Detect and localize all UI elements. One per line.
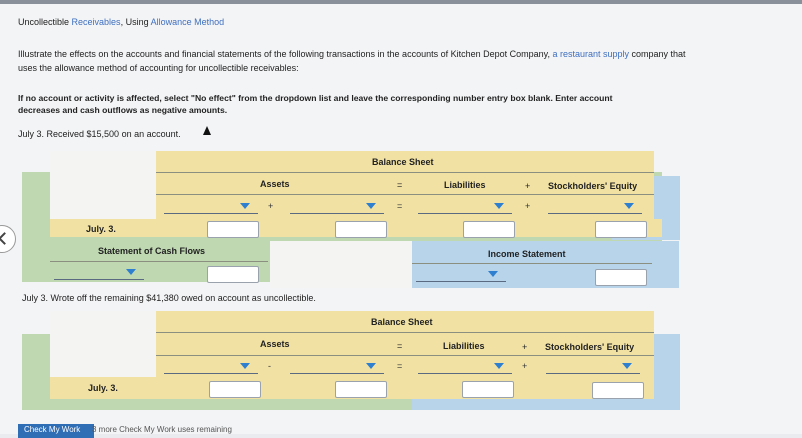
liability-dropdown-2[interactable] <box>418 359 512 374</box>
equity-heading-2: Stockholders' Equity <box>545 342 635 352</box>
intro-line-2: uses the allowance method of accounting … <box>18 63 299 73</box>
chevron-down-icon <box>240 363 250 369</box>
income-dropdown[interactable] <box>416 267 506 282</box>
asset-amount-input-4[interactable] <box>335 381 387 398</box>
equity-heading-1: Stockholders' Equity <box>548 181 638 191</box>
chevron-down-icon <box>126 269 136 275</box>
liability-amount-input-1[interactable] <box>463 221 515 238</box>
transaction-1-text: July 3. Received $15,500 on an account. <box>18 129 181 139</box>
receivables-link[interactable]: Receivables <box>72 17 121 27</box>
plus-sign: + <box>522 342 528 352</box>
mouse-cursor <box>203 126 211 135</box>
instructions-line-1: If no account or activity is affected, s… <box>18 93 613 103</box>
asset-dropdown-1[interactable] <box>164 199 258 214</box>
plus-sign: + <box>525 201 531 211</box>
check-my-work-button[interactable]: Check My Work <box>18 424 94 438</box>
asset-dropdown-4[interactable] <box>290 359 384 374</box>
equity-amount-input-1[interactable] <box>595 221 647 238</box>
page-title: Uncollectible Receivables, Using Allowan… <box>18 17 225 27</box>
chevron-down-icon <box>366 363 376 369</box>
chevron-down-icon <box>494 363 504 369</box>
chevron-down-icon <box>240 203 250 209</box>
date-label-2: July. 3. <box>88 383 118 393</box>
liability-dropdown-1[interactable] <box>418 199 512 214</box>
liabilities-heading-1: Liabilities <box>444 180 486 190</box>
equals-sign: = <box>397 201 403 211</box>
panel-blue-bottom-2 <box>412 399 679 410</box>
assets-heading-2: Assets <box>260 339 290 349</box>
chevron-down-icon <box>624 203 634 209</box>
asset-amount-input-1[interactable] <box>207 221 259 238</box>
chevron-down-icon <box>366 203 376 209</box>
cash-flow-amount-input[interactable] <box>207 266 259 283</box>
asset-amount-input-3[interactable] <box>209 381 261 398</box>
minus-sign: - <box>268 361 271 371</box>
asset-dropdown-2[interactable] <box>290 199 384 214</box>
plus-sign: + <box>525 181 531 191</box>
plus-sign: + <box>522 361 528 371</box>
balance-sheet-blank-2 <box>50 311 156 377</box>
balance-sheet-heading-2: Balance Sheet <box>371 317 433 327</box>
liabilities-heading-2: Liabilities <box>443 341 485 351</box>
equity-dropdown-2[interactable] <box>546 359 640 374</box>
date-label-1: July. 3. <box>86 224 116 234</box>
cash-flow-dropdown[interactable] <box>54 265 144 280</box>
equals-sign: = <box>397 341 403 351</box>
equals-sign: = <box>397 180 403 190</box>
allowance-method-link[interactable]: Allowance Method <box>151 17 225 27</box>
cash-flows-heading: Statement of Cash Flows <box>98 246 206 256</box>
equity-amount-input-2[interactable] <box>592 382 644 399</box>
asset-amount-input-2[interactable] <box>335 221 387 238</box>
chevron-down-icon <box>488 271 498 277</box>
balance-sheet-heading-1: Balance Sheet <box>372 157 434 167</box>
intro-line-1: Illustrate the effects on the accounts a… <box>18 49 686 59</box>
liability-amount-input-2[interactable] <box>462 381 514 398</box>
gap-white-1 <box>270 241 412 288</box>
remaining-uses-text: 3 more Check My Work uses remaining <box>92 425 232 434</box>
plus-sign: + <box>268 201 274 211</box>
chevron-down-icon <box>622 363 632 369</box>
chevron-down-icon <box>494 203 504 209</box>
assets-heading-1: Assets <box>260 179 290 189</box>
income-statement-heading: Income Statement <box>488 249 566 259</box>
asset-dropdown-3[interactable] <box>164 359 258 374</box>
income-amount-input[interactable] <box>595 269 647 286</box>
equals-sign: = <box>397 361 403 371</box>
equity-dropdown-1[interactable] <box>548 199 642 214</box>
transaction-2-text: July 3. Wrote off the remaining $41,380 … <box>22 293 316 303</box>
instructions-line-2: decreases and cash outflows as negative … <box>18 105 228 115</box>
balance-sheet-blank-1 <box>50 151 156 219</box>
